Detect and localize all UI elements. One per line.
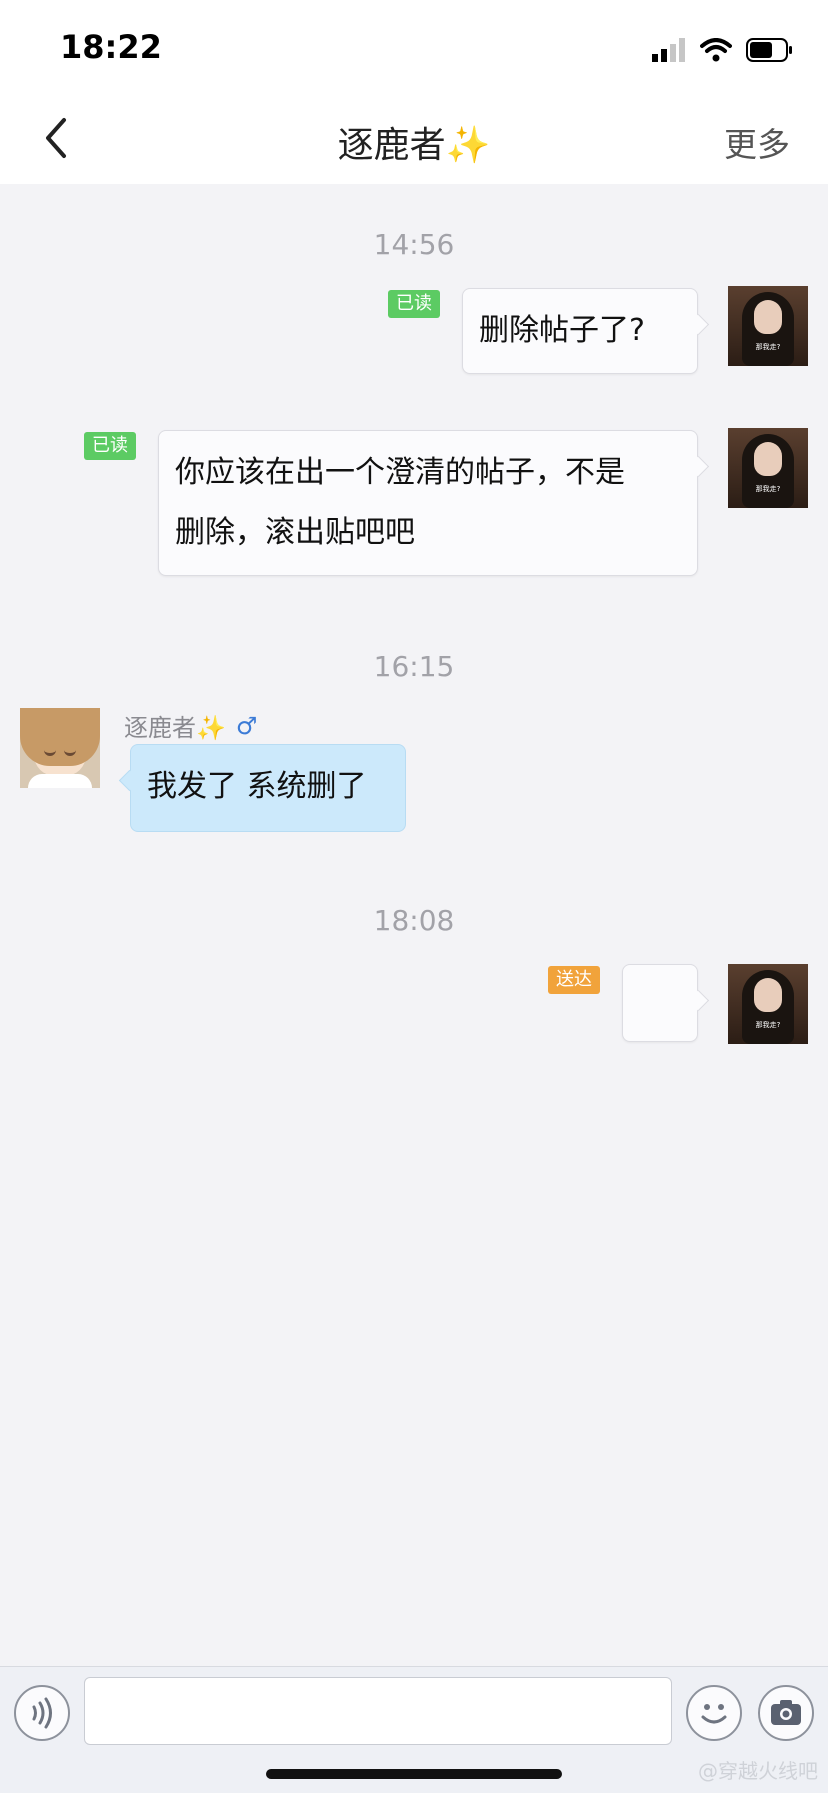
emoji-icon: [701, 1704, 727, 1724]
battery-icon: [746, 38, 792, 62]
avatar-caption: 那我走?: [755, 343, 781, 351]
emoji-button[interactable]: [686, 1685, 742, 1741]
camera-icon: [771, 1700, 801, 1725]
voice-button[interactable]: [14, 1685, 70, 1741]
sender-name-row: 逐鹿者✨ ♂: [124, 708, 257, 743]
timestamp: 14:56: [373, 228, 455, 261]
status-bar: 18:22: [0, 0, 828, 92]
watermark: @穿越火线吧: [698, 1759, 818, 1783]
sender-name: 逐鹿者✨: [124, 714, 226, 742]
avatar[interactable]: 那我走?: [728, 286, 808, 366]
voice-icon: [32, 1697, 52, 1729]
timestamp: 18:08: [373, 904, 455, 937]
read-badge: 已读: [84, 432, 136, 460]
message-text-line: 你应该在出一个澄清的帖子，不是: [175, 455, 625, 490]
nav-bar: 逐鹿者✨ 更多: [0, 92, 828, 184]
camera-button[interactable]: [758, 1685, 814, 1741]
avatar-caption: 那我走?: [755, 485, 781, 493]
avatar[interactable]: [20, 708, 100, 788]
avatar[interactable]: 那我走?: [728, 428, 808, 508]
chat-area[interactable]: 14:56 已读 删除帖子了? 那我走? 已读 你应该在出一个澄清的帖子，不是 …: [0, 184, 828, 1666]
message-bubble[interactable]: 删除帖子了?: [462, 288, 698, 374]
signal-icon: [652, 38, 685, 62]
message-bubble[interactable]: 你应该在出一个澄清的帖子，不是 删除，滚出贴吧吧: [158, 430, 698, 576]
sent-badge: 送达: [548, 966, 600, 994]
input-bar: @穿越火线吧: [0, 1666, 828, 1793]
male-icon: ♂: [235, 711, 258, 740]
wifi-icon: [700, 38, 732, 62]
message-text: 删除帖子了?: [479, 313, 645, 348]
read-badge: 已读: [388, 290, 440, 318]
status-time: 18:22: [60, 28, 162, 66]
message-text: 我发了 系统删了: [147, 769, 367, 804]
system-icons: [652, 34, 794, 66]
timestamp: 16:15: [373, 650, 455, 683]
avatar[interactable]: 那我走?: [728, 964, 808, 1044]
more-button[interactable]: 更多: [724, 118, 790, 166]
message-bubble[interactable]: [622, 964, 698, 1042]
message-text-line: 删除，滚出贴吧吧: [175, 515, 415, 550]
message-input[interactable]: [84, 1677, 672, 1745]
avatar-caption: 那我走?: [755, 1021, 781, 1029]
page-title: 逐鹿者✨: [337, 125, 491, 166]
message-bubble[interactable]: 我发了 系统删了: [130, 744, 406, 832]
home-indicator: [266, 1769, 562, 1779]
